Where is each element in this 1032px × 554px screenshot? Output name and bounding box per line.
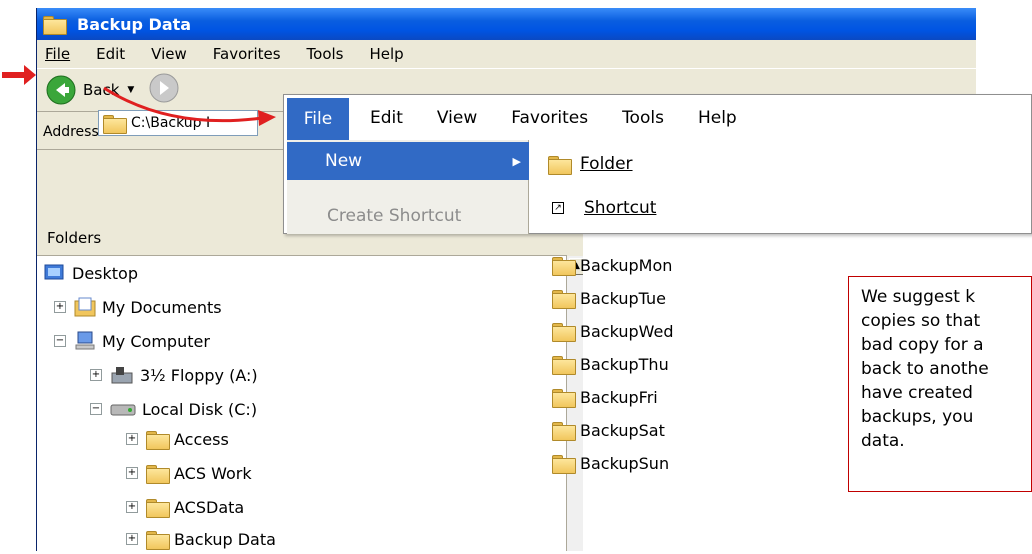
shortcut-icon: ↗ xyxy=(552,202,564,214)
menu-help[interactable]: Help xyxy=(698,108,737,128)
curved-arrow-icon xyxy=(103,86,263,123)
expand-icon[interactable]: + xyxy=(54,301,66,313)
tree-label: Local Disk (C:) xyxy=(142,399,258,419)
menu-favorites[interactable]: Favorites xyxy=(511,108,588,128)
collapse-icon[interactable]: − xyxy=(54,335,66,347)
tree-label: Access xyxy=(174,429,229,449)
menu-tools[interactable]: Tools xyxy=(622,108,664,128)
file-name: BackupThu xyxy=(580,354,669,374)
note-line: back to anothe xyxy=(861,359,989,379)
menu-file-selected[interactable]: File xyxy=(287,98,349,140)
zoomed-menu-bar: Edit View Favorites Tools Help xyxy=(284,95,1004,141)
folder-icon xyxy=(552,256,576,276)
title-bar: Backup Data xyxy=(37,8,976,40)
folder-icon xyxy=(552,289,576,309)
expand-icon[interactable]: + xyxy=(90,369,102,381)
menu-tools[interactable]: Tools xyxy=(307,45,344,63)
note-line: bad copy for a xyxy=(861,335,984,355)
list-item[interactable]: BackupTue xyxy=(552,285,666,311)
folder-icon xyxy=(548,155,572,175)
expand-icon[interactable]: + xyxy=(126,467,138,479)
file-name: BackupTue xyxy=(580,288,666,308)
collapse-icon[interactable]: − xyxy=(90,403,102,415)
expand-icon[interactable]: + xyxy=(126,533,138,545)
submenu-label: Shortcut xyxy=(584,198,657,218)
menu-item-create-shortcut: Create Shortcut xyxy=(327,206,462,226)
floppy-icon xyxy=(111,367,133,384)
tree-item-floppy[interactable]: + 3½ Floppy (A:) xyxy=(90,360,258,390)
note-line: We suggest k xyxy=(861,287,976,307)
menu-item-new[interactable]: New ▶ xyxy=(287,142,529,180)
red-arrowhead-icon xyxy=(24,65,36,85)
tree-label: ACS Work xyxy=(174,463,252,483)
suggestion-note: We suggest k copies so that bad copy for… xyxy=(848,276,1032,492)
submenu-label: Folder xyxy=(580,154,633,174)
tree-item-desktop[interactable]: Desktop xyxy=(44,258,138,288)
tree-label: Backup Data xyxy=(174,529,276,549)
menu-item-label: New xyxy=(325,151,363,171)
tree-item-local-disk[interactable]: − Local Disk (C:) xyxy=(90,394,257,424)
note-line: backups, you xyxy=(861,407,974,427)
note-line: have created xyxy=(861,383,973,403)
folder-icon xyxy=(552,322,576,342)
submenu-arrow-icon: ▶ xyxy=(512,154,521,168)
file-name: BackupWed xyxy=(580,321,674,341)
folder-icon xyxy=(552,355,576,375)
tree-item-my-computer[interactable]: − My Computer xyxy=(54,326,210,356)
expand-icon[interactable]: + xyxy=(126,501,138,513)
list-item[interactable]: BackupThu xyxy=(552,351,669,377)
menu-edit[interactable]: Edit xyxy=(370,108,403,128)
tree-item-access[interactable]: + Access xyxy=(126,424,229,454)
folders-title: Folders xyxy=(47,228,102,247)
menu-help[interactable]: Help xyxy=(370,45,404,63)
tree-label: My Computer xyxy=(102,331,210,351)
list-item[interactable]: BackupMon xyxy=(552,252,672,278)
folder-icon xyxy=(43,15,67,35)
file-name: BackupSun xyxy=(580,453,670,473)
tree-label: 3½ Floppy (A:) xyxy=(140,365,258,385)
list-item[interactable]: BackupWed xyxy=(552,318,674,344)
annotation-arrows xyxy=(2,65,276,126)
tree-item-my-documents[interactable]: + My Documents xyxy=(54,292,222,322)
folder-icon xyxy=(552,421,576,441)
submenu-item-folder[interactable]: Folder xyxy=(548,146,633,182)
submenu-item-shortcut[interactable]: ↗ Shortcut xyxy=(548,190,656,226)
desktop-icon xyxy=(44,264,64,280)
folder-icon xyxy=(146,530,170,550)
tree-item-acs-work[interactable]: + ACS Work xyxy=(126,458,252,488)
file-name: BackupSat xyxy=(580,420,665,440)
folder-icon xyxy=(146,498,170,518)
list-item[interactable]: BackupSat xyxy=(552,417,665,443)
window-title: Backup Data xyxy=(77,14,192,34)
tree-item-acsdata[interactable]: + ACSData xyxy=(126,492,244,522)
disk-icon xyxy=(110,404,136,416)
curved-arrowhead-icon xyxy=(258,110,276,126)
tree-label: Desktop xyxy=(72,263,138,283)
file-name: BackupFri xyxy=(580,387,658,407)
folder-icon xyxy=(552,388,576,408)
computer-icon xyxy=(75,331,95,350)
expand-icon[interactable]: + xyxy=(126,433,138,445)
tree-item-backup-data[interactable]: + Backup Data xyxy=(126,524,276,554)
tree-label: My Documents xyxy=(102,297,222,317)
folder-icon xyxy=(146,430,170,450)
tree-label: ACSData xyxy=(174,497,245,517)
file-name: BackupMon xyxy=(580,255,673,275)
list-item[interactable]: BackupSun xyxy=(552,450,669,476)
folder-icon xyxy=(552,454,576,474)
note-line: data. xyxy=(861,431,905,451)
folder-icon xyxy=(146,464,170,484)
list-item[interactable]: BackupFri xyxy=(552,384,658,410)
documents-icon xyxy=(74,297,96,317)
note-line: copies so that xyxy=(861,311,981,331)
menu-view[interactable]: View xyxy=(437,108,477,128)
